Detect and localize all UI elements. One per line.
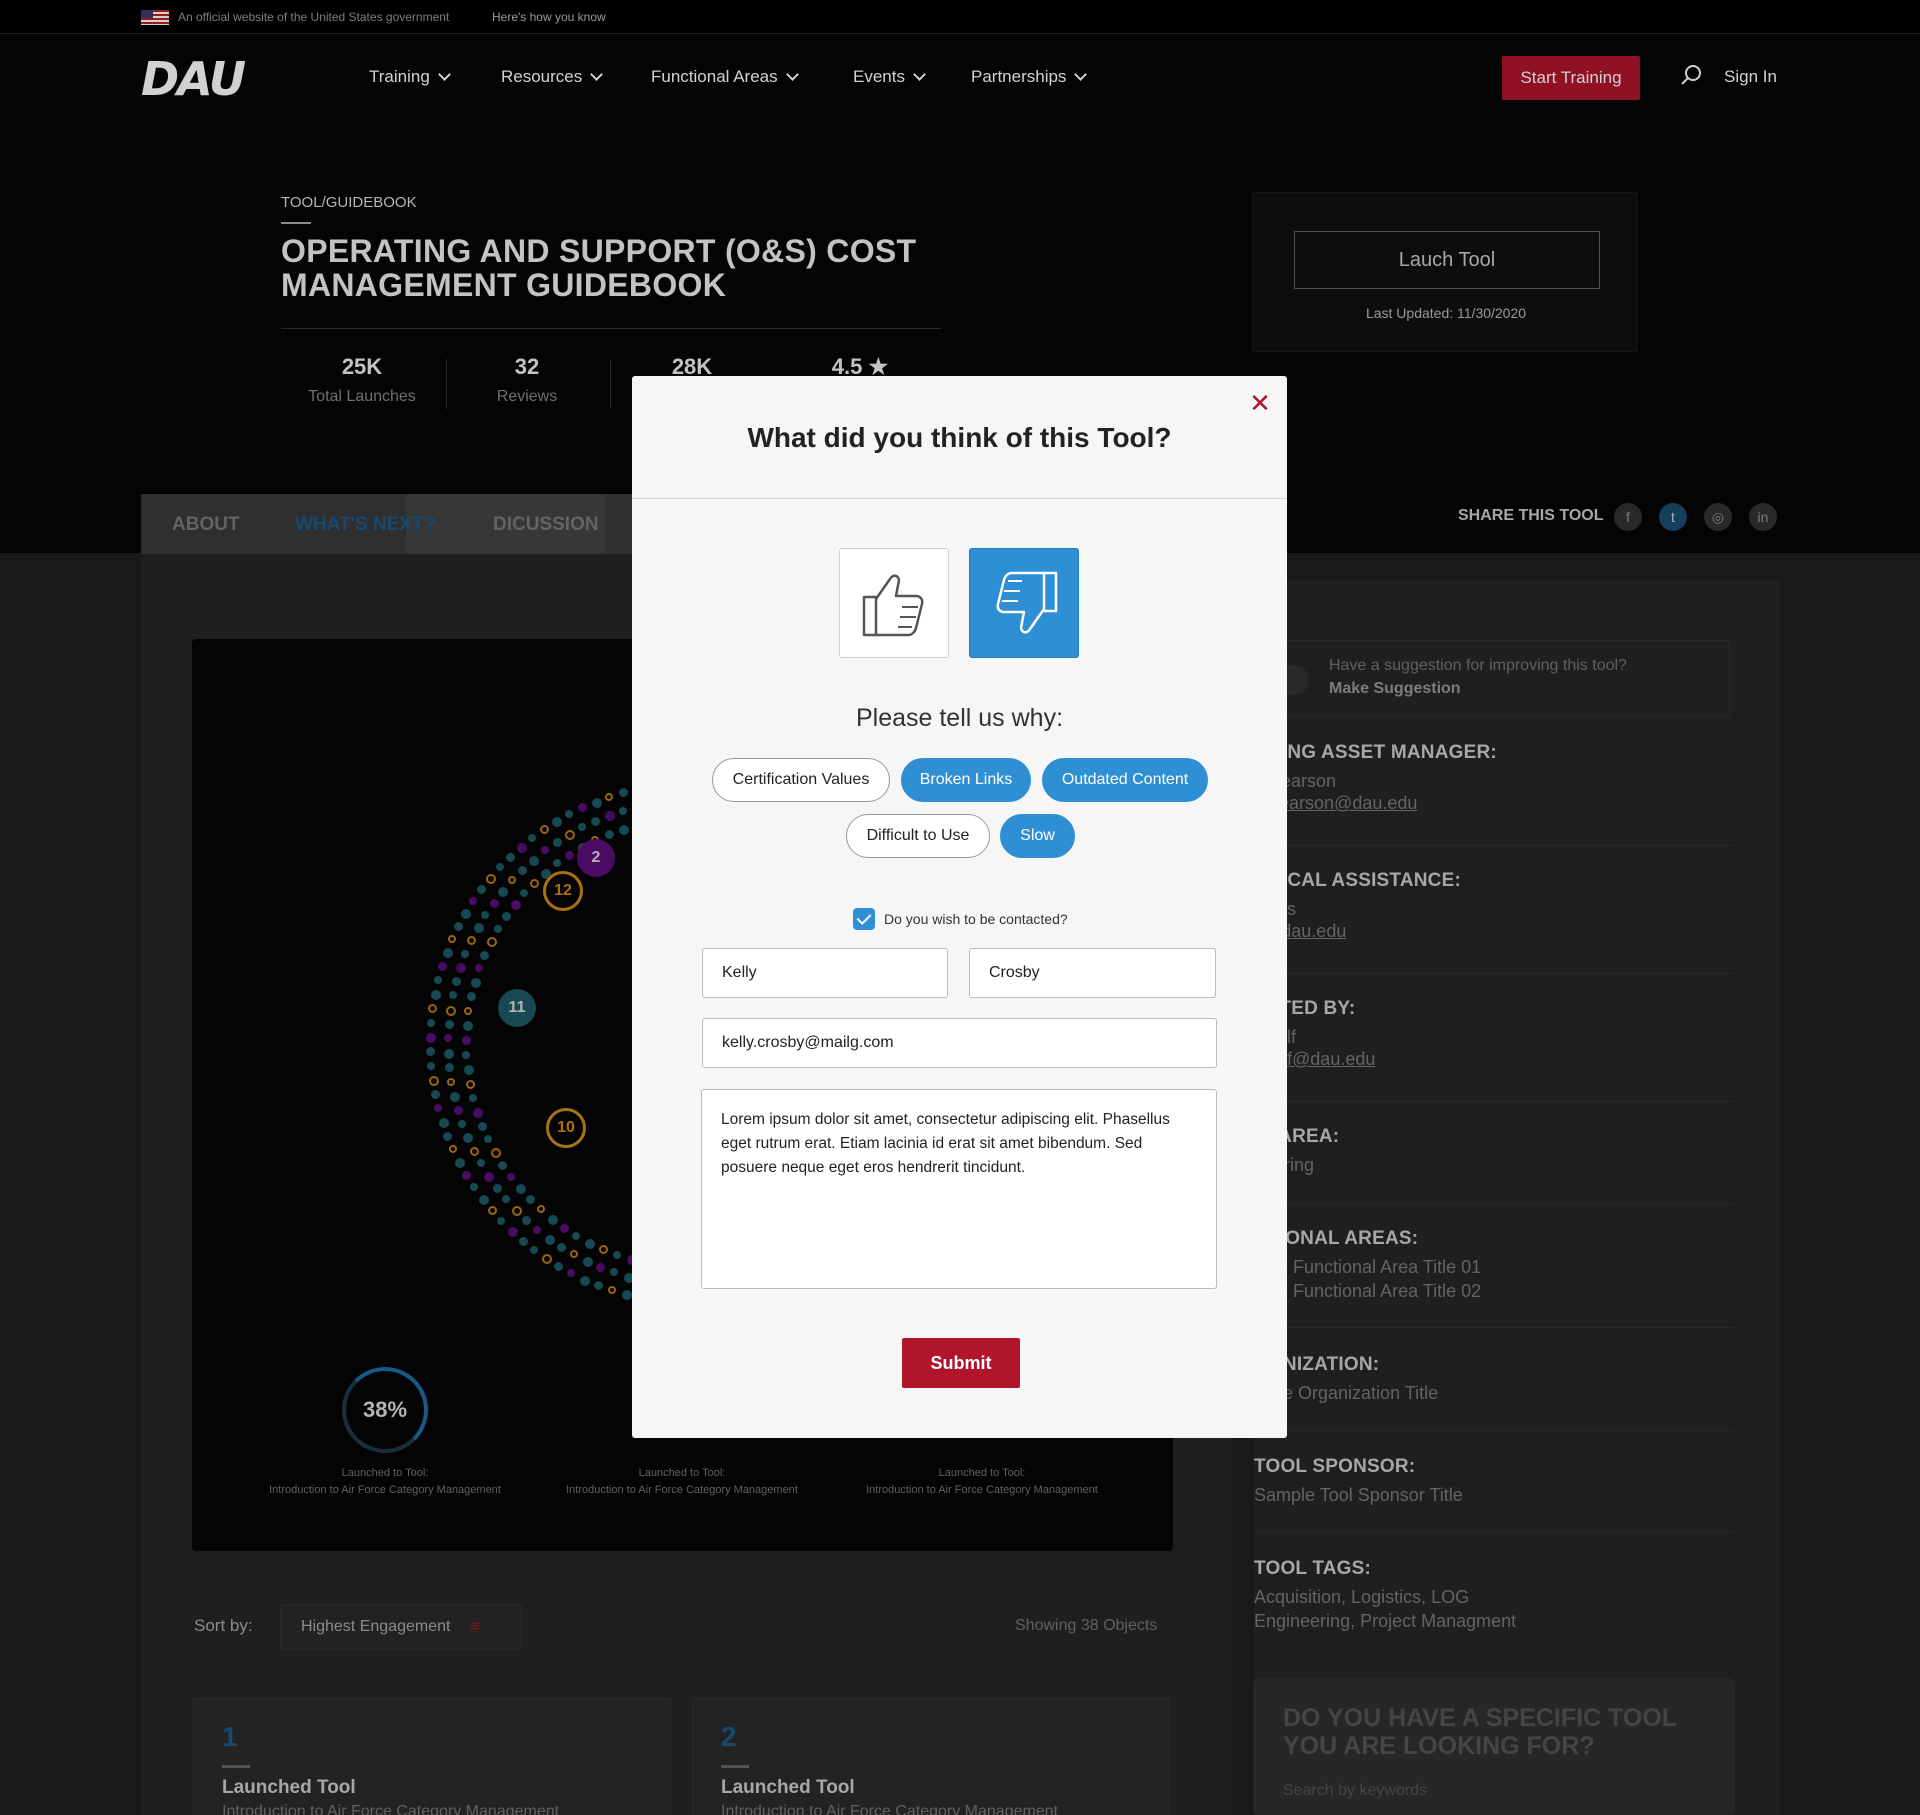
thumbs-down-button[interactable] [969, 548, 1079, 658]
first-name-field[interactable]: Kelly [702, 948, 948, 998]
message-textarea[interactable]: Lorem ipsum dolor sit amet, consectetur … [701, 1089, 1217, 1289]
chip-slow[interactable]: Slow [1000, 814, 1075, 858]
thumbs-up-icon [862, 574, 924, 637]
chip-broken-links[interactable]: Broken Links [901, 758, 1031, 802]
thumbs-up-button[interactable] [839, 548, 949, 658]
chip-outdated-content[interactable]: Outdated Content [1042, 758, 1208, 802]
feedback-modal: ✕ What did you think of this Tool? Pleas… [632, 376, 1287, 1438]
email-field[interactable]: kelly.crosby@mailg.com [702, 1018, 1217, 1068]
thumbs-down-icon [996, 571, 1058, 634]
modal-title: What did you think of this Tool? [747, 422, 1172, 453]
last-name-field[interactable]: Crosby [969, 948, 1216, 998]
reason-prompt: Please tell us why: [855, 704, 1064, 732]
contact-checkbox[interactable] [853, 908, 875, 930]
close-icon[interactable]: ✕ [1247, 390, 1273, 416]
chip-certification-values[interactable]: Certification Values [712, 758, 890, 802]
chip-difficult-to-use[interactable]: Difficult to Use [846, 814, 990, 858]
contact-label: Do you wish to be contacted? [884, 911, 1068, 927]
submit-button[interactable]: Submit [902, 1338, 1020, 1388]
divider [632, 498, 1287, 499]
